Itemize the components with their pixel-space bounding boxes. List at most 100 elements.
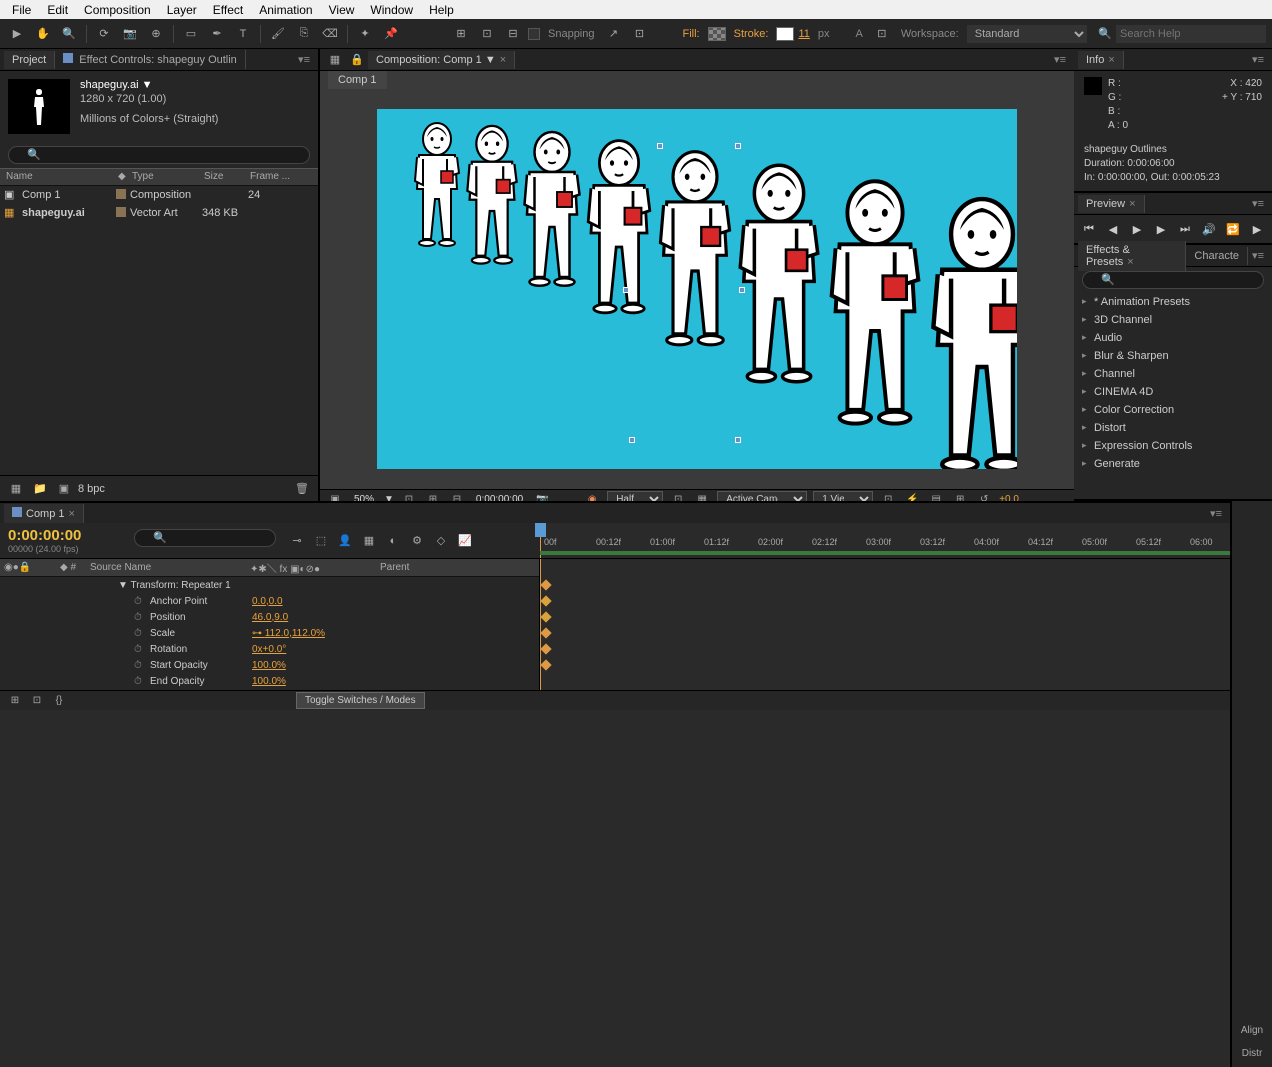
- play-icon[interactable]: ▶: [1129, 221, 1145, 237]
- last-frame-icon[interactable]: ⏭: [1177, 221, 1193, 237]
- property-row[interactable]: ⏱Position46.0,9.0: [0, 609, 539, 625]
- align-panel-toggle[interactable]: Align: [1236, 1021, 1268, 1040]
- hide-shy-icon[interactable]: 👤: [336, 532, 354, 550]
- keyframe[interactable]: [540, 659, 551, 670]
- timeline-track-area[interactable]: [540, 559, 1230, 690]
- local-axis-icon[interactable]: ⊞: [450, 23, 472, 45]
- col-name[interactable]: Name: [0, 169, 112, 185]
- project-search-input[interactable]: [8, 146, 310, 164]
- rotation-tool[interactable]: ⟳: [93, 23, 115, 45]
- effects-category[interactable]: Color Correction: [1074, 401, 1272, 419]
- pen-tool[interactable]: ✒: [206, 23, 228, 45]
- menu-layer[interactable]: Layer: [159, 1, 205, 19]
- stroke-swatch[interactable]: [776, 27, 794, 41]
- menu-window[interactable]: Window: [362, 1, 421, 19]
- workspace-select[interactable]: Standard: [967, 25, 1087, 43]
- effects-category[interactable]: Audio: [1074, 329, 1272, 347]
- menu-edit[interactable]: Edit: [39, 1, 76, 19]
- snapping-checkbox[interactable]: [528, 28, 540, 40]
- effects-category[interactable]: CINEMA 4D: [1074, 383, 1272, 401]
- toggle-switches-icon[interactable]: ⊞: [6, 692, 24, 710]
- timeline-search-input[interactable]: [134, 529, 276, 547]
- effects-category[interactable]: Channel: [1074, 365, 1272, 383]
- effects-search-input[interactable]: [1082, 271, 1264, 289]
- comp-flow-icon[interactable]: ▦: [324, 49, 346, 71]
- effects-category[interactable]: * Animation Presets: [1074, 293, 1272, 311]
- world-axis-icon[interactable]: ⊡: [476, 23, 498, 45]
- col-source-name[interactable]: Source Name: [90, 562, 250, 573]
- hand-tool[interactable]: ✋: [32, 23, 54, 45]
- menu-effect[interactable]: Effect: [205, 1, 251, 19]
- time-ruler[interactable]: 00f 00:12f 01:00f 01:12f 02:00f 02:12f 0…: [540, 523, 1230, 558]
- roto-tool[interactable]: ✦: [354, 23, 376, 45]
- brainstorm-icon[interactable]: ⚙: [408, 532, 426, 550]
- frame-blend-icon[interactable]: ▦: [360, 532, 378, 550]
- new-comp-icon[interactable]: ▣: [54, 480, 74, 498]
- zoom-tool[interactable]: 🔍: [58, 23, 80, 45]
- effects-category[interactable]: Distort: [1074, 419, 1272, 437]
- keyframe[interactable]: [540, 627, 551, 638]
- property-value[interactable]: 46.0,9.0: [252, 612, 372, 623]
- property-group-header[interactable]: ▼ Transform: Repeater 1: [0, 577, 539, 593]
- audio-icon[interactable]: 🔊: [1201, 221, 1217, 237]
- tab-project[interactable]: Project: [4, 51, 55, 69]
- property-value[interactable]: 100.0%: [252, 676, 372, 687]
- menu-view[interactable]: View: [321, 1, 363, 19]
- property-row[interactable]: ⏱Rotation0x+0.0°: [0, 641, 539, 657]
- draft3d-icon[interactable]: ⬚: [312, 532, 330, 550]
- effects-category[interactable]: 3D Channel: [1074, 311, 1272, 329]
- pan-behind-tool[interactable]: ⊕: [145, 23, 167, 45]
- stopwatch-icon[interactable]: ⏱: [134, 612, 146, 623]
- puppet-tool[interactable]: 📌: [380, 23, 402, 45]
- menu-help[interactable]: Help: [421, 1, 462, 19]
- rectangle-tool[interactable]: ▭: [180, 23, 202, 45]
- stroke-width[interactable]: 11: [798, 28, 809, 40]
- panel-menu-icon[interactable]: ▾≡: [294, 53, 314, 66]
- bpc-toggle[interactable]: 8 bpc: [78, 483, 105, 495]
- next-frame-icon[interactable]: ▶: [1153, 221, 1169, 237]
- col-frame[interactable]: Frame ...: [244, 169, 318, 185]
- effects-category[interactable]: Generate: [1074, 455, 1272, 473]
- toggle-modes-icon[interactable]: ⊡: [28, 692, 46, 710]
- trash-icon[interactable]: 🗑: [292, 480, 312, 498]
- graph-editor-icon[interactable]: 📈: [456, 532, 474, 550]
- constrain-icon[interactable]: ⊶: [252, 628, 262, 639]
- selection-tool[interactable]: ▶: [6, 23, 28, 45]
- tab-composition-view[interactable]: Composition: Comp 1 ▼×: [368, 51, 515, 69]
- stopwatch-icon[interactable]: ⏱: [134, 628, 146, 639]
- selection-handle[interactable]: [623, 287, 629, 293]
- property-value[interactable]: 0.0,0.0: [252, 596, 372, 607]
- loop-icon[interactable]: 🔁: [1225, 221, 1241, 237]
- comp-lock-icon[interactable]: 🔒: [346, 49, 368, 71]
- motion-blur-icon[interactable]: ◐: [384, 532, 402, 550]
- property-value[interactable]: ⊶ 112.0,112.0%: [252, 628, 372, 639]
- table-row[interactable]: ▣Comp 1 Composition 24: [0, 186, 318, 204]
- keyframe[interactable]: [540, 643, 551, 654]
- text-tool[interactable]: T: [232, 23, 254, 45]
- auto-keyframe-icon[interactable]: ◇: [432, 532, 450, 550]
- col-type[interactable]: Type: [126, 169, 198, 185]
- work-area-bar[interactable]: [540, 551, 1230, 555]
- panel-menu-icon[interactable]: ▾≡: [1248, 53, 1268, 66]
- stopwatch-icon[interactable]: ⏱: [134, 660, 146, 671]
- selection-handle[interactable]: [735, 437, 741, 443]
- property-row[interactable]: ⏱Scale⊶ 112.0,112.0%: [0, 625, 539, 641]
- selection-handle[interactable]: [735, 143, 741, 149]
- panel-menu-icon[interactable]: ▾≡: [1248, 197, 1268, 210]
- col-label-icon[interactable]: ◆ #: [60, 562, 90, 573]
- tab-info[interactable]: Info×: [1078, 51, 1124, 69]
- selection-handle[interactable]: [657, 143, 663, 149]
- snap-opts-icon[interactable]: ↗: [603, 23, 625, 45]
- menu-composition[interactable]: Composition: [76, 1, 159, 19]
- property-value[interactable]: 100.0%: [252, 660, 372, 671]
- panel-menu-icon[interactable]: ▾≡: [1248, 249, 1268, 262]
- prev-frame-icon[interactable]: ◀: [1105, 221, 1121, 237]
- property-row[interactable]: ⏱Anchor Point0.0,0.0: [0, 593, 539, 609]
- snap-bounds-icon[interactable]: ⊡: [629, 23, 651, 45]
- selection-handle[interactable]: [629, 437, 635, 443]
- keyframe[interactable]: [540, 611, 551, 622]
- interp-icon[interactable]: ▦: [6, 480, 26, 498]
- brush-tool[interactable]: 🖌: [267, 23, 289, 45]
- col-size[interactable]: Size: [198, 169, 244, 185]
- toggle-switches-button[interactable]: Toggle Switches / Modes: [296, 692, 425, 709]
